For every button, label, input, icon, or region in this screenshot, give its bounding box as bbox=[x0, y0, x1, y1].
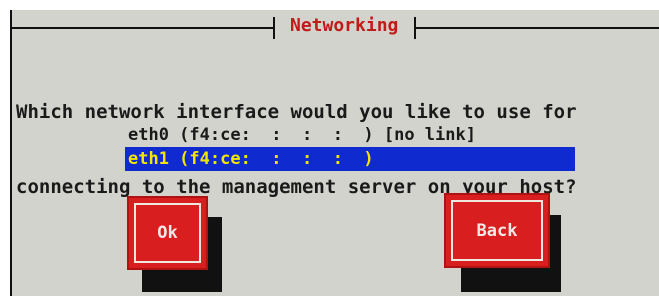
networking-dialog: Networking Which network interface would… bbox=[10, 10, 659, 296]
dialog-title: Networking bbox=[290, 15, 399, 36]
ok-button-label: Ok bbox=[134, 203, 201, 263]
dialog-border-left bbox=[12, 27, 273, 29]
title-bracket-left bbox=[273, 17, 275, 39]
interface-list[interactable]: eth0 (f4:ce: : : : ) [no link] eth1 (f4:… bbox=[125, 123, 575, 171]
back-button-label: Back bbox=[451, 200, 543, 261]
installer-screen: Networking Which network interface would… bbox=[0, 0, 659, 298]
ok-button[interactable]: Ok bbox=[127, 196, 208, 270]
prompt-line: Which network interface would you like t… bbox=[16, 101, 577, 123]
interface-option-eth1[interactable]: eth1 (f4:ce: : : : ) bbox=[125, 147, 575, 171]
back-button[interactable]: Back bbox=[444, 193, 550, 268]
dialog-border-right bbox=[416, 27, 659, 29]
interface-option-eth0[interactable]: eth0 (f4:ce: : : : ) [no link] bbox=[125, 123, 575, 147]
